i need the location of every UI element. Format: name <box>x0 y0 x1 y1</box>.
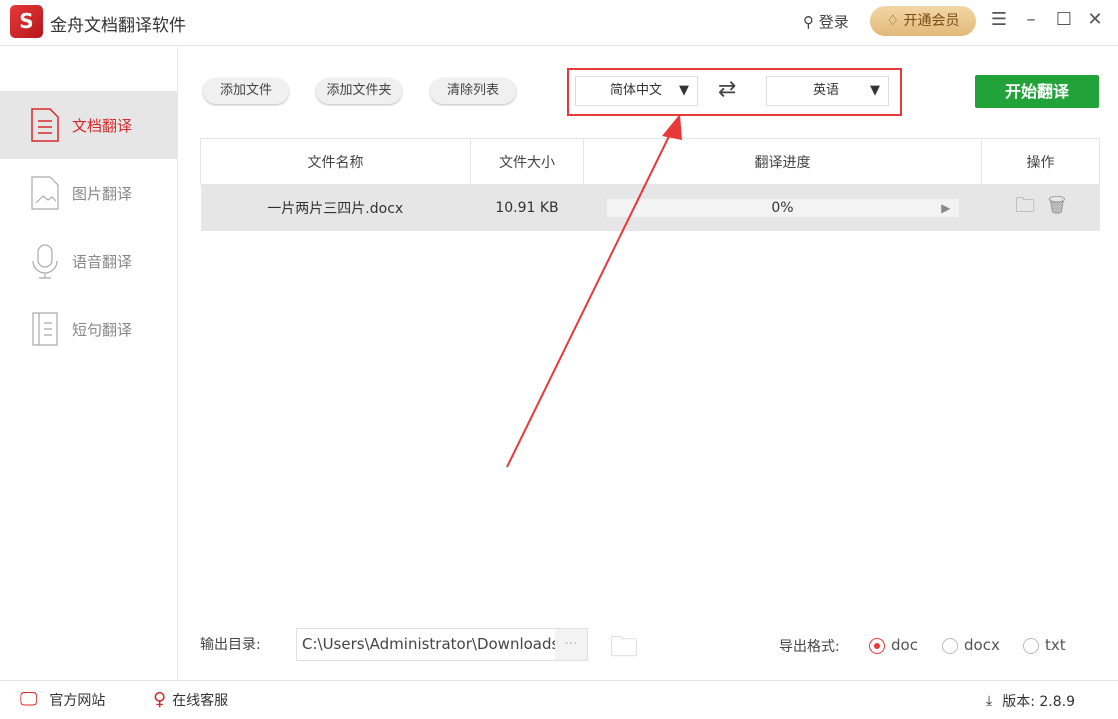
app-title: 金舟文档翻译软件 <box>50 16 186 36</box>
target-language-select[interactable]: 英语 ▼ <box>766 76 889 106</box>
sidebar-item-image[interactable]: 图片翻译 <box>0 159 178 227</box>
sidebar-item-label: 语音翻译 <box>72 252 133 271</box>
annotation-arrow <box>506 114 682 468</box>
browse-button[interactable]: ··· <box>555 629 587 660</box>
support-link[interactable]: ♀ 在线客服 <box>153 689 228 710</box>
clear-list-button[interactable]: 清除列表 <box>430 78 516 104</box>
radio-txt[interactable] <box>1023 637 1039 654</box>
output-label: 输出目录: <box>200 637 261 653</box>
user-icon: ⚲ <box>803 13 819 31</box>
chevron-down-icon: ▼ <box>679 83 689 98</box>
source-language-select[interactable]: 简体中文 ▼ <box>575 76 698 106</box>
app-logo-icon: S <box>10 5 43 38</box>
format-label-txt: txt <box>1045 636 1066 654</box>
radio-doc[interactable] <box>869 637 885 654</box>
close-icon[interactable]: ✕ <box>1084 9 1106 30</box>
format-label-docx: docx <box>964 636 1000 654</box>
sidebar-item-label: 短句翻译 <box>72 320 133 339</box>
chevron-down-icon: ▼ <box>870 83 880 98</box>
menu-icon[interactable]: ☰ <box>988 9 1010 30</box>
support-icon: ♀ <box>153 689 167 710</box>
login-label: 登录 <box>818 13 849 31</box>
sidebar-item-label: 图片翻译 <box>72 184 133 203</box>
column-header-actions: 操作 <box>981 138 1100 185</box>
title-bar: S 金舟文档翻译软件 ⚲ 登录 ♢ 开通会员 ☰ – ☐ ✕ <box>0 0 1118 46</box>
footer: 🖵 官方网站 ♀ 在线客服 ⤓ 版本: 2.8.9 <box>0 680 1118 719</box>
progress-text: 0% <box>771 199 794 216</box>
website-label: 官方网站 <box>49 692 106 709</box>
diamond-icon: ♢ <box>886 13 900 29</box>
output-path-value: C:\Users\Administrator\Downloads <box>302 635 555 653</box>
format-option-docx[interactable]: docx <box>942 636 1000 654</box>
microphone-icon <box>32 244 58 279</box>
start-translation-button[interactable]: 开始翻译 <box>975 75 1099 108</box>
file-name: 一片两片三四片.docx <box>200 184 471 231</box>
document-icon <box>31 108 59 142</box>
open-folder-icon[interactable]: 🗀 <box>610 626 638 674</box>
sidebar-item-voice[interactable]: 语音翻译 <box>0 227 178 295</box>
sidebar-item-document[interactable]: 文档翻译 <box>0 91 178 159</box>
download-icon: ⤓ <box>986 693 993 709</box>
website-link[interactable]: 🖵 官方网站 <box>20 689 105 710</box>
open-folder-icon[interactable]: 🗀 <box>1015 193 1035 217</box>
radio-docx[interactable] <box>942 637 958 654</box>
output-path-field[interactable]: C:\Users\Administrator\Downloads ··· <box>296 628 588 661</box>
support-label: 在线客服 <box>172 692 229 709</box>
notebook-icon <box>32 312 58 346</box>
version-label: 版本: 2.8.9 <box>1002 694 1075 710</box>
vip-button[interactable]: ♢ 开通会员 <box>870 6 976 36</box>
sidebar-item-sentence[interactable]: 短句翻译 <box>0 295 178 363</box>
image-icon <box>31 176 59 210</box>
format-label: 导出格式: <box>779 639 840 655</box>
trash-icon[interactable]: 🗑 <box>1048 193 1066 217</box>
column-header-name: 文件名称 <box>200 138 471 185</box>
version-info[interactable]: ⤓ 版本: 2.8.9 <box>986 691 1075 711</box>
sidebar: 文档翻译 图片翻译 语音翻译 短句翻译 <box>0 47 178 680</box>
sidebar-item-label: 文档翻译 <box>72 116 133 135</box>
maximize-icon[interactable]: ☐ <box>1053 9 1075 30</box>
target-language-value: 英语 <box>813 83 840 98</box>
swap-icon[interactable]: ⇄ <box>718 77 736 102</box>
vip-label: 开通会员 <box>903 13 960 29</box>
monitor-icon: 🖵 <box>20 689 38 710</box>
minimize-icon[interactable]: – <box>1020 9 1042 30</box>
login-button[interactable]: ⚲ 登录 <box>803 11 849 32</box>
format-option-txt[interactable]: txt <box>1023 636 1066 654</box>
format-option-doc[interactable]: doc <box>869 636 918 654</box>
play-icon[interactable]: ▶ <box>941 199 950 217</box>
source-language-value: 简体中文 <box>610 83 663 98</box>
add-file-button[interactable]: 添加文件 <box>203 78 289 104</box>
add-folder-button[interactable]: 添加文件夹 <box>316 78 402 104</box>
format-label-doc: doc <box>891 636 918 654</box>
